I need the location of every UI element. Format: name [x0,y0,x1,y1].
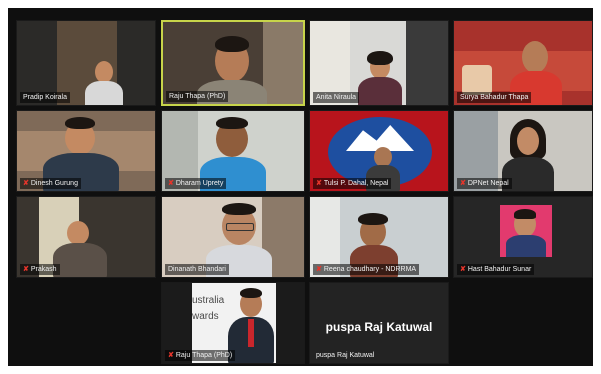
participant-name-label: ✘ Prakash [20,264,60,275]
participant-name-label: Pradip Koirala [20,92,70,103]
participant-name-label: Dinanath Bhandari [165,264,229,275]
participant-tile[interactable]: ustralia wards ✘ Raju Thapa (PhD) [161,282,305,364]
participant-name-label: ✘ Hast Bahadur Sunar [457,264,535,275]
participant-tile[interactable]: Surya Bahadur Thapa [453,20,593,106]
participant-name-label: ✘ DPNet Nepal [457,178,512,189]
participant-name-label: ✘ Tulsi P. Dahal, Nepal [313,178,392,189]
camera-off-name: puspa Raj Katuwal [325,319,433,334]
mic-muted-icon: ✘ [460,180,466,187]
participant-name-label: Surya Bahadur Thapa [457,92,532,103]
backdrop-text: ustralia wards [192,295,225,322]
participant-video [522,41,548,73]
mic-muted-icon: ✘ [23,180,29,187]
participant-tile[interactable]: Anita Niraula [309,20,449,106]
participant-tile-active-speaker[interactable]: Raju Thapa (PhD) [161,20,305,106]
participant-tile[interactable]: ✘ Reena chaudhary - NDRRMA [309,196,449,278]
participant-name-label: puspa Raj Katuwal [316,352,375,359]
participant-tile-camera-off[interactable]: puspa Raj Katuwal puspa Raj Katuwal [309,282,449,364]
participant-video [95,61,113,83]
profile-picture [500,205,552,257]
mic-muted-icon: ✘ [168,180,174,187]
mic-muted-icon: ✘ [316,180,322,187]
participant-tile[interactable]: Dinanath Bhandari [161,196,305,278]
participant-tile[interactable]: ✘ Dinesh Gurung [16,110,156,192]
participant-name-label: ✘ Raju Thapa (PhD) [165,350,236,361]
video-grid: Pradip Koirala Raju Thapa (PhD) Anita Ni… [8,8,593,366]
participant-name-label: ✘ Reena chaudhary - NDRRMA [313,264,420,275]
participant-tile[interactable]: ✘ Dharam Uprety [161,110,305,192]
participant-tile[interactable]: Pradip Koirala [16,20,156,106]
participant-tile[interactable]: ✘ Hast Bahadur Sunar [453,196,593,278]
mic-muted-icon: ✘ [316,266,322,273]
participant-video [67,221,89,245]
participant-name-label: Raju Thapa (PhD) [166,91,229,102]
participant-video [374,147,392,167]
mic-muted-icon: ✘ [168,352,174,359]
participant-name-label: Anita Niraula [313,92,360,103]
mic-muted-icon: ✘ [460,266,466,273]
participant-tile[interactable]: ✘ Prakash [16,196,156,278]
participant-name-label: ✘ Dinesh Gurung [20,178,81,189]
participant-tile[interactable]: ✘ Tulsi P. Dahal, Nepal [309,110,449,192]
mic-muted-icon: ✘ [23,266,29,273]
participant-tile[interactable]: ✘ DPNet Nepal [453,110,593,192]
participant-name-label: ✘ Dharam Uprety [165,178,227,189]
